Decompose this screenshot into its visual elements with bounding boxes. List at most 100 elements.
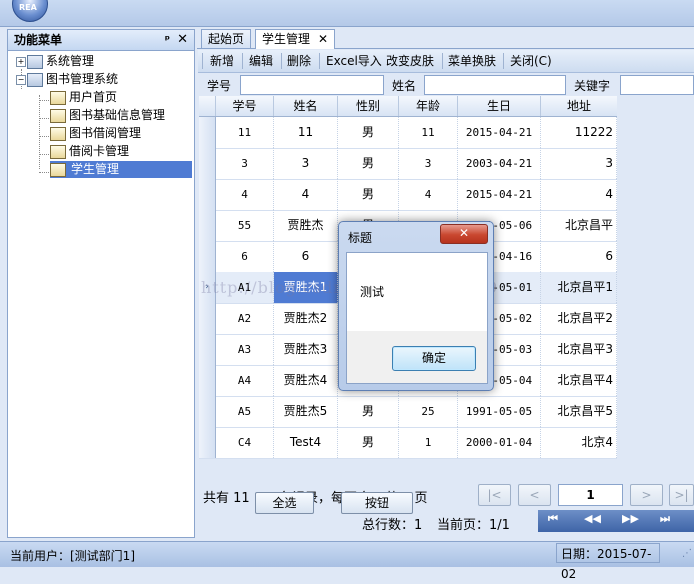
cell-address[interactable]: 6	[541, 241, 617, 272]
cell-address[interactable]: 北京4	[541, 427, 617, 458]
next-page-button[interactable]: >	[630, 484, 663, 506]
cell-address[interactable]: 4	[541, 179, 617, 210]
column-header-address[interactable]: 地址	[541, 96, 618, 116]
cell-address[interactable]: 北京昌平1	[541, 272, 617, 303]
column-header-gender[interactable]: 性别	[338, 96, 399, 116]
tab-student-management[interactable]: 学生管理 ✕	[255, 29, 336, 49]
cell-birthday[interactable]: 2015-04-21	[458, 117, 541, 148]
cell-name[interactable]: 贾胜杰3	[274, 334, 338, 365]
first-page-icon[interactable]: ⏮	[548, 512, 558, 526]
column-header-birthday[interactable]: 生日	[458, 96, 541, 116]
cell-id[interactable]: 3	[216, 148, 274, 179]
cell-age[interactable]: 3	[399, 148, 458, 179]
cell-name[interactable]: 贾胜杰2	[274, 303, 338, 334]
cell-name[interactable]: 3	[274, 148, 338, 179]
row-header[interactable]	[199, 117, 216, 148]
cell-name[interactable]: 11	[274, 117, 338, 148]
menu-skin-button[interactable]: 菜单换肤	[448, 53, 496, 69]
action-button[interactable]: 按钮	[341, 492, 413, 514]
cell-name[interactable]: 4	[274, 179, 338, 210]
cell-birthday[interactable]: 2003-04-21	[458, 148, 541, 179]
table-row[interactable]: 11 11 男 11 2015-04-21 11222	[199, 117, 617, 149]
cell-name[interactable]: Test4	[274, 427, 338, 458]
cell-id[interactable]: 6	[216, 241, 274, 272]
dialog-close-button[interactable]: ✕	[440, 224, 488, 244]
row-header[interactable]	[199, 179, 216, 210]
excel-import-button[interactable]: Excel导入	[326, 53, 382, 69]
last-page-button[interactable]: >|	[669, 484, 694, 506]
cell-address[interactable]: 北京昌平4	[541, 365, 617, 396]
tree-item-borrow-card[interactable]: 借阅卡管理	[50, 143, 129, 160]
cell-name[interactable]: 6	[274, 241, 338, 272]
row-header[interactable]	[199, 427, 216, 458]
cell-address[interactable]: 北京昌平2	[541, 303, 617, 334]
cell-gender[interactable]: 男	[338, 179, 399, 210]
tree-item-library-system[interactable]: − 图书管理系统	[16, 71, 118, 88]
cell-address[interactable]: 3	[541, 148, 617, 179]
cell-id[interactable]: 55	[216, 210, 274, 241]
change-skin-button[interactable]: 改变皮肤	[386, 53, 434, 69]
cell-id[interactable]: A2	[216, 303, 274, 334]
name-input[interactable]	[424, 75, 566, 95]
cell-address[interactable]: 北京昌平3	[541, 334, 617, 365]
select-all-button[interactable]: 全选	[255, 492, 314, 514]
cell-birthday[interactable]: 2015-04-21	[458, 179, 541, 210]
row-header[interactable]	[199, 396, 216, 427]
prev-page-button[interactable]: <	[518, 484, 551, 506]
expand-icon[interactable]: +	[16, 56, 26, 67]
delete-button[interactable]: 删除	[287, 53, 311, 69]
resize-grip-icon[interactable]: ⋰	[682, 548, 692, 559]
row-header[interactable]	[199, 365, 216, 396]
row-header[interactable]	[199, 210, 216, 241]
cell-id[interactable]: 4	[216, 179, 274, 210]
next-page-icon[interactable]: ▶▶	[622, 512, 639, 525]
cell-id[interactable]: A3	[216, 334, 274, 365]
row-header[interactable]	[199, 334, 216, 365]
column-header-name[interactable]: 姓名	[274, 96, 338, 116]
table-row[interactable]: 4 4 男 4 2015-04-21 4	[199, 179, 617, 211]
row-header[interactable]	[199, 303, 216, 334]
row-header[interactable]	[199, 241, 216, 272]
cell-name[interactable]: 贾胜杰	[274, 210, 338, 241]
table-row[interactable]: C4 Test4 男 1 2000-01-04 北京4	[199, 427, 617, 459]
cell-age[interactable]: 11	[399, 117, 458, 148]
cell-gender[interactable]: 男	[338, 148, 399, 179]
cell-address[interactable]: 11222	[541, 117, 617, 148]
cell-name[interactable]: 贾胜杰5	[274, 396, 338, 427]
edit-button[interactable]: 编辑	[249, 53, 273, 69]
tree-item-student-management[interactable]: 学生管理	[50, 161, 192, 178]
tab-close-icon[interactable]: ✕	[318, 32, 328, 46]
cell-age[interactable]: 4	[399, 179, 458, 210]
cell-address[interactable]: 北京昌平	[541, 210, 617, 241]
tree-item-book-info[interactable]: 图书基础信息管理	[50, 107, 165, 124]
cell-birthday[interactable]: 1991-05-05	[458, 396, 541, 427]
first-page-button[interactable]: |<	[478, 484, 511, 506]
table-row[interactable]: 3 3 男 3 2003-04-21 3	[199, 148, 617, 180]
column-header-id[interactable]: 学号	[216, 96, 274, 116]
pin-icon[interactable]: ᵖ	[165, 30, 170, 50]
prev-page-icon[interactable]: ◀◀	[584, 512, 601, 525]
row-header[interactable]	[199, 148, 216, 179]
last-page-icon[interactable]: ⏭	[660, 512, 670, 526]
cell-id[interactable]: C4	[216, 427, 274, 458]
cell-gender[interactable]: 男	[338, 427, 399, 458]
cell-id[interactable]: A5	[216, 396, 274, 427]
add-button[interactable]: 新增	[210, 53, 234, 69]
cell-id[interactable]: A4	[216, 365, 274, 396]
keyword-input[interactable]	[620, 75, 694, 95]
tree-item-system-management[interactable]: + 系统管理	[16, 53, 94, 70]
cell-id[interactable]: 11	[216, 117, 274, 148]
table-row[interactable]: A5 贾胜杰5 男 25 1991-05-05 北京昌平5	[199, 396, 617, 428]
column-header-age[interactable]: 年龄	[399, 96, 458, 116]
cell-age[interactable]: 25	[399, 396, 458, 427]
tree-item-book-borrow[interactable]: 图书借阅管理	[50, 125, 141, 142]
close-button[interactable]: 关闭(C)	[510, 53, 552, 69]
cell-gender[interactable]: 男	[338, 117, 399, 148]
tab-start-page[interactable]: 起始页	[201, 29, 252, 48]
cell-birthday[interactable]: 2000-01-04	[458, 427, 541, 458]
cell-address[interactable]: 北京昌平5	[541, 396, 617, 427]
page-number-input[interactable]: 1	[558, 484, 623, 506]
student-id-input[interactable]	[240, 75, 384, 95]
cell-name[interactable]: 贾胜杰4	[274, 365, 338, 396]
panel-close-icon[interactable]: ✕	[177, 30, 188, 50]
